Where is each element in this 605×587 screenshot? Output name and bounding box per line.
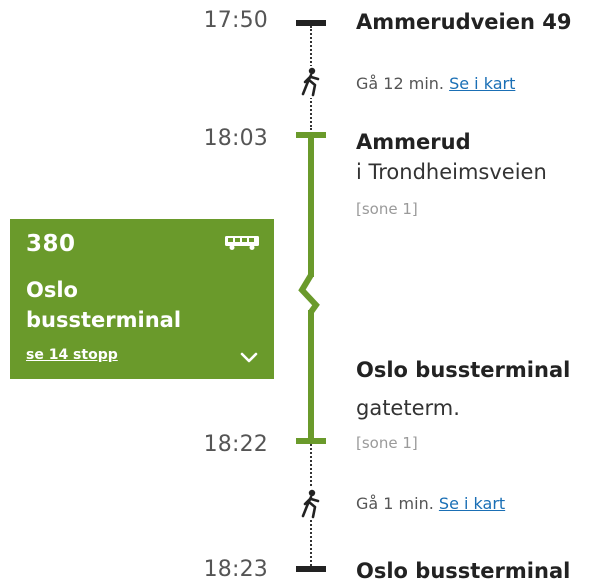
walk-duration: Gå 12 min. [356,74,444,93]
alight-stop-name: Oslo bussterminal [356,358,571,382]
walk-duration: Gå 1 min. [356,494,434,513]
see-map-link[interactable]: Se i kart [449,74,515,93]
route-card[interactable]: 380 Oslo bussterminal se 14 stopp [10,219,274,379]
bus-icon [224,235,260,255]
route-number: 380 [26,231,76,257]
board-zone: [sone 1] [356,200,418,218]
start-stop-name: Ammerudveien 49 [356,10,572,34]
route-destination: Oslo bussterminal [26,275,181,335]
see-map-link[interactable]: Se i kart [439,494,505,513]
walk-info-2: Gå 1 min. Se i kart [356,494,505,513]
end-marker [296,566,326,572]
route-line [296,132,326,444]
start-time: 17:50 [203,8,268,33]
route-destination-line2: bussterminal [26,308,182,332]
walking-person-icon [297,66,325,98]
board-stop-name: Ammerud [356,130,471,154]
end-time: 18:23 [203,557,268,582]
board-time: 18:03 [203,126,268,151]
show-stops-link[interactable]: se 14 stopp [26,347,118,363]
walking-person-icon [297,488,325,520]
alight-zone: [sone 1] [356,434,418,452]
alight-time: 18:22 [203,432,268,457]
walk-info-1: Gå 12 min. Se i kart [356,74,515,93]
end-stop-name: Oslo bussterminal [356,559,571,583]
board-stop-detail: i Trondheimsveien [356,160,547,184]
start-marker [296,20,326,26]
chevron-down-icon[interactable] [240,349,258,368]
route-destination-line1: Oslo [26,278,78,302]
alight-stop-detail: gateterm. [356,396,460,420]
